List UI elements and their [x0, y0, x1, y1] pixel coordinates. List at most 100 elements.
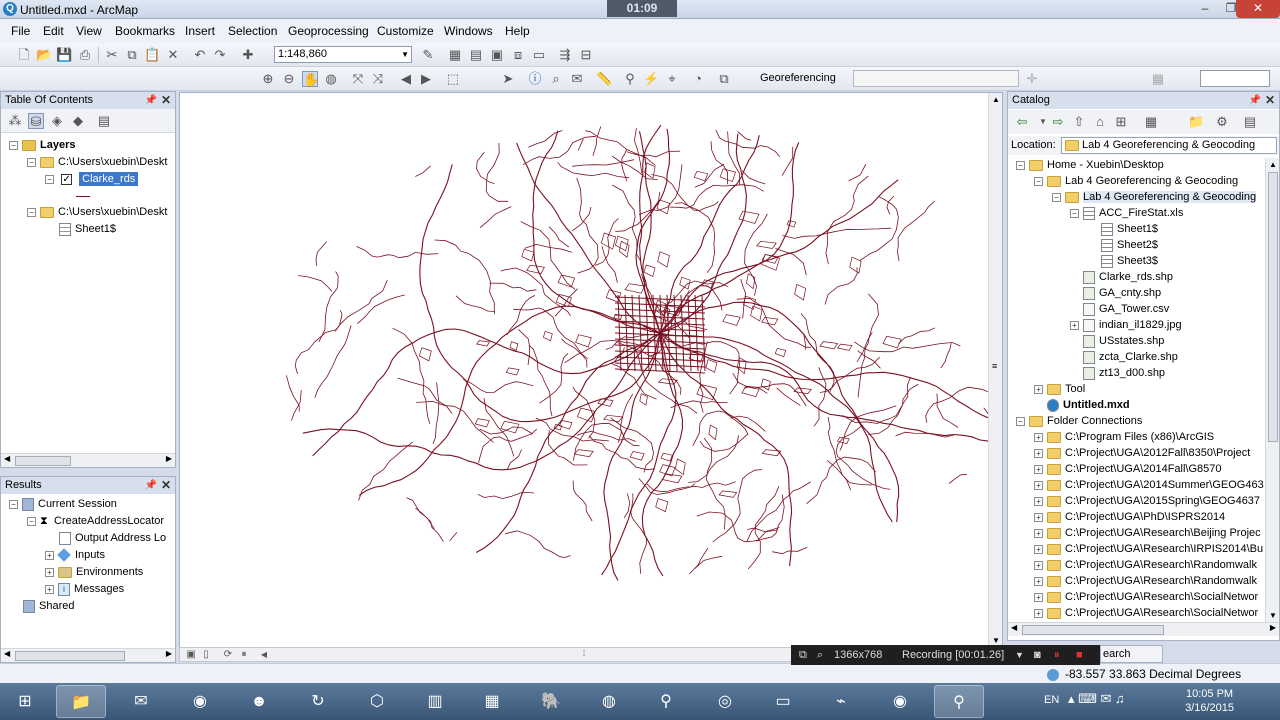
- save-icon[interactable]: 💾: [56, 47, 72, 63]
- expand-icon[interactable]: +: [45, 584, 54, 594]
- collapse-icon[interactable]: −: [27, 207, 36, 217]
- layer-visibility-checkbox[interactable]: ✓: [61, 173, 73, 185]
- menu-view[interactable]: View: [76, 24, 102, 38]
- python-icon[interactable]: ▭: [531, 47, 547, 63]
- acrobat-icon[interactable]: ⌁: [816, 685, 866, 718]
- catalog-item[interactable]: zcta_Clarke.shp: [1070, 349, 1178, 365]
- time-slider-icon[interactable]: ◔: [690, 71, 706, 87]
- start-button[interactable]: ⊞: [2, 685, 48, 718]
- collapse-icon[interactable]: −: [9, 499, 18, 509]
- postgres-icon[interactable]: 🐘: [526, 685, 576, 718]
- clock[interactable]: 10:05 PM 3/16/2015: [1185, 687, 1234, 715]
- collapse-icon[interactable]: −: [1016, 416, 1025, 426]
- scroll-right-icon[interactable]: ▶: [1270, 623, 1276, 632]
- minimize-button[interactable]: ‒: [1192, 0, 1218, 18]
- catalog-item[interactable]: USstates.shp: [1070, 333, 1164, 349]
- arcmap-taskbar-icon[interactable]: ⚲: [934, 685, 984, 718]
- tree-row-sheet1[interactable]: Sheet1$: [59, 221, 116, 237]
- scroll-right-icon[interactable]: ▶: [166, 454, 172, 463]
- redo-icon[interactable]: ↷: [212, 47, 228, 63]
- scroll-left-icon[interactable]: ◀: [1011, 623, 1017, 632]
- expand-icon[interactable]: +: [1034, 544, 1043, 554]
- outlook-icon[interactable]: ✉: [116, 685, 166, 718]
- scroll-thumb[interactable]: [15, 651, 125, 661]
- scroll-thumb[interactable]: [15, 456, 71, 466]
- result-inputs[interactable]: + Inputs: [45, 547, 105, 563]
- data-view-icon[interactable]: ▣: [183, 647, 199, 663]
- fixed-zoom-in-icon[interactable]: ⤧: [350, 71, 366, 87]
- expand-icon[interactable]: +: [1034, 512, 1043, 522]
- tree-row-layers[interactable]: − Layers: [9, 137, 75, 153]
- catalog-item[interactable]: + C:\Project\UGA\Research\SocialNetwor: [1034, 589, 1258, 605]
- identify-icon[interactable]: ⓘ: [527, 71, 543, 87]
- catalog-item[interactable]: + C:\Project\UGA\Research\Randomwalk: [1034, 557, 1257, 573]
- refresh-icon[interactable]: ⟳: [220, 647, 236, 663]
- options-icon[interactable]: ▤: [96, 113, 112, 129]
- catalog-item[interactable]: zt13_d00.shp: [1070, 365, 1165, 381]
- catalog-item[interactable]: + Tool: [1034, 381, 1085, 397]
- pan-icon[interactable]: ✋: [302, 71, 319, 87]
- find-icon[interactable]: ⌕: [548, 71, 564, 87]
- georeferencing-menu[interactable]: Georeferencing: [760, 72, 836, 84]
- layout-view-icon[interactable]: ▯: [198, 647, 214, 663]
- tree-row-clarke-rds[interactable]: − ✓ Clarke_rds: [45, 171, 139, 187]
- collapse-icon[interactable]: −: [45, 174, 54, 184]
- home-icon[interactable]: ⌂: [1092, 114, 1108, 130]
- menu-windows[interactable]: Windows: [444, 24, 493, 38]
- binoculars-icon[interactable]: ⚲: [622, 71, 638, 87]
- calculator-icon[interactable]: ▦: [467, 685, 517, 718]
- tree-row-group2[interactable]: − C:\Users\xuebin\Deskt: [27, 204, 167, 220]
- zoom-in-icon[interactable]: ⊕: [260, 71, 276, 87]
- map-view[interactable]: ▲ ≡ ▼: [179, 92, 1007, 648]
- location-field[interactable]: Lab 4 Georeferencing & Geocoding: [1061, 137, 1277, 154]
- georeferencing-layer-dropdown[interactable]: [853, 70, 1019, 87]
- expand-icon[interactable]: +: [1034, 448, 1043, 458]
- catalog-horizontal-scrollbar[interactable]: ◀ ▶: [1008, 622, 1279, 636]
- catalog-item[interactable]: Clarke_rds.shp: [1070, 269, 1173, 285]
- pause-icon[interactable]: ⏸: [236, 647, 252, 663]
- result-output-address[interactable]: Output Address Lo: [59, 530, 166, 546]
- catalog-item[interactable]: + C:\Project\UGA\PhD\ISPRS2014: [1034, 509, 1225, 525]
- catalog-item[interactable]: GA_Tower.csv: [1070, 301, 1169, 317]
- results-horizontal-scrollbar[interactable]: ◀ ▶: [1, 648, 175, 662]
- tree-icon[interactable]: ▤: [1242, 114, 1258, 130]
- catalog-item[interactable]: Sheet3$: [1088, 253, 1158, 269]
- tree-row-group1[interactable]: − C:\Users\xuebin\Deskt: [27, 154, 167, 170]
- scroll-left-icon[interactable]: ◀: [4, 454, 10, 463]
- catalog-item[interactable]: − Lab 4 Georeferencing & Geocoding: [1034, 173, 1238, 189]
- maps-icon[interactable]: ⚲: [641, 685, 691, 718]
- pin-icon[interactable]: 📌: [145, 477, 157, 494]
- options-icon[interactable]: ⚙: [1214, 114, 1230, 130]
- chevron-down-icon[interactable]: ▼: [1015, 645, 1024, 665]
- pin-icon[interactable]: 📌: [1249, 92, 1261, 109]
- expand-icon[interactable]: +: [45, 550, 54, 560]
- catalog-item[interactable]: + C:\Project\UGA\Research\Randomwalk: [1034, 573, 1257, 589]
- delete-icon[interactable]: ✕: [165, 47, 181, 63]
- catalog-item[interactable]: + C:\Project\UGA\2012Fall\8350\Project: [1034, 445, 1250, 461]
- arctoolbox-icon[interactable]: ⧈: [510, 47, 526, 63]
- app-icon[interactable]: ↻: [293, 685, 343, 718]
- expand-icon[interactable]: +: [1034, 576, 1043, 586]
- menu-geoprocessing[interactable]: Geoprocessing: [288, 24, 369, 38]
- cmd-icon[interactable]: ▭: [758, 685, 808, 718]
- expand-icon[interactable]: +: [1034, 560, 1043, 570]
- close-icon[interactable]: ✕: [1265, 92, 1275, 109]
- select-elements-icon[interactable]: ➤: [500, 71, 516, 87]
- layer-name[interactable]: Clarke_rds: [79, 172, 139, 186]
- catalog-item[interactable]: Sheet2$: [1088, 237, 1158, 253]
- system-tray-icons[interactable]: ▴ ⌨ ✉ ♫: [1068, 691, 1125, 707]
- catalog-item[interactable]: + C:\Program Files (x86)\ArcGIS: [1034, 429, 1214, 445]
- magnifier-icon[interactable]: ⌕: [817, 645, 823, 665]
- result-environments[interactable]: + Environments: [45, 564, 143, 580]
- catalog-item[interactable]: + C:\Project\UGA\Research\IRPIS2014\Bu: [1034, 541, 1263, 557]
- hyperlink-icon[interactable]: ⚡: [643, 71, 659, 87]
- model-builder-icon[interactable]: ⇶: [557, 47, 573, 63]
- language-indicator[interactable]: EN: [1044, 694, 1059, 706]
- expand-icon[interactable]: +: [45, 567, 54, 577]
- result-shared[interactable]: Shared: [23, 598, 74, 614]
- stop-icon[interactable]: ■: [1076, 645, 1083, 665]
- close-icon[interactable]: ✕: [161, 477, 171, 494]
- print-icon[interactable]: ⎙: [77, 47, 93, 63]
- window-icon[interactable]: ⧉: [799, 645, 807, 665]
- html-popup-icon[interactable]: ✉: [569, 71, 585, 87]
